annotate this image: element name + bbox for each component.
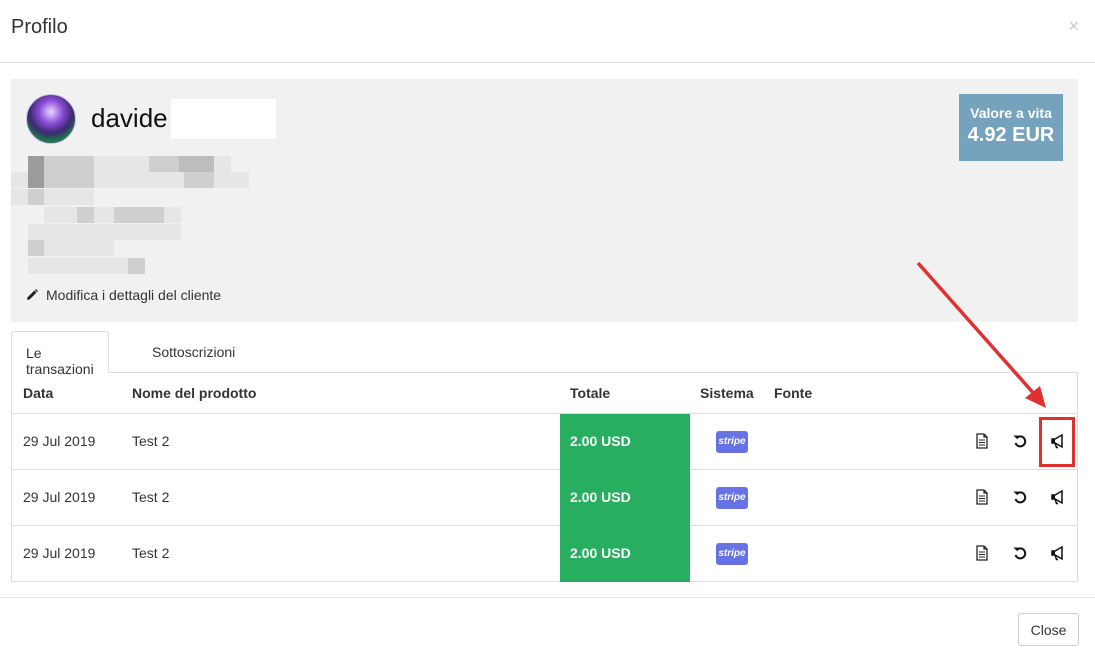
tab-subscriptions[interactable]: Sottoscrizioni (138, 331, 249, 373)
header-total: Totale (570, 385, 611, 401)
row-product: Test 2 (132, 489, 170, 505)
close-icon[interactable]: × (1068, 16, 1079, 36)
table-row: 29 Jul 2019 Test 2 2.00 USD stripe (12, 526, 1077, 582)
row-product: Test 2 (132, 545, 170, 561)
tab-transactions[interactable]: Le transazioni (11, 331, 109, 377)
lifetime-value-badge: Valore a vita 4.92 EUR (959, 94, 1063, 161)
customer-name: davide (91, 103, 168, 133)
refund-icon[interactable] (1012, 545, 1028, 561)
redacted-surname (171, 99, 276, 139)
pencil-icon (27, 289, 38, 300)
document-icon[interactable] (974, 489, 990, 505)
lifetime-value-amount: 4.92 EUR (967, 124, 1055, 146)
refund-icon[interactable] (1012, 433, 1028, 449)
megaphone-icon[interactable] (1050, 489, 1066, 505)
row-total: 2.00 USD (560, 470, 690, 526)
close-button[interactable]: Close (1018, 613, 1079, 646)
customer-profile-card: davide Modifica i dettagli del cliente V… (11, 79, 1078, 322)
stripe-logo: stripe (716, 431, 748, 453)
document-icon[interactable] (974, 545, 990, 561)
row-total: 2.00 USD (560, 526, 690, 582)
table-row: 29 Jul 2019 Test 2 2.00 USD stripe (12, 470, 1077, 526)
document-icon[interactable] (974, 433, 990, 449)
stripe-logo: stripe (716, 487, 748, 509)
header-source: Fonte (774, 385, 813, 401)
row-date: 29 Jul 2019 (23, 433, 96, 449)
header-product: Nome del prodotto (132, 385, 257, 401)
transactions-table: Data Nome del prodotto Totale Sistema Fo… (11, 372, 1078, 582)
stripe-logo: stripe (716, 543, 748, 565)
header-system: Sistema (700, 385, 754, 401)
modal-title: Profilo (11, 16, 68, 38)
edit-customer-link[interactable]: Modifica i dettagli del cliente (26, 287, 221, 303)
avatar (26, 94, 76, 144)
modal-footer: Close (0, 597, 1095, 655)
row-date: 29 Jul 2019 (23, 545, 96, 561)
annotation-highlight-box (1039, 417, 1075, 467)
edit-customer-label: Modifica i dettagli del cliente (46, 287, 222, 303)
table-header: Data Nome del prodotto Totale Sistema Fo… (12, 373, 1077, 414)
row-product: Test 2 (132, 433, 170, 449)
table-row: 29 Jul 2019 Test 2 2.00 USD stripe (12, 414, 1077, 470)
row-date: 29 Jul 2019 (23, 489, 96, 505)
row-total: 2.00 USD (560, 414, 690, 470)
refund-icon[interactable] (1012, 489, 1028, 505)
megaphone-icon[interactable] (1050, 545, 1066, 561)
lifetime-value-label: Valore a vita (970, 105, 1052, 121)
modal-header: Profilo × (0, 0, 1095, 63)
header-date: Data (23, 385, 54, 401)
